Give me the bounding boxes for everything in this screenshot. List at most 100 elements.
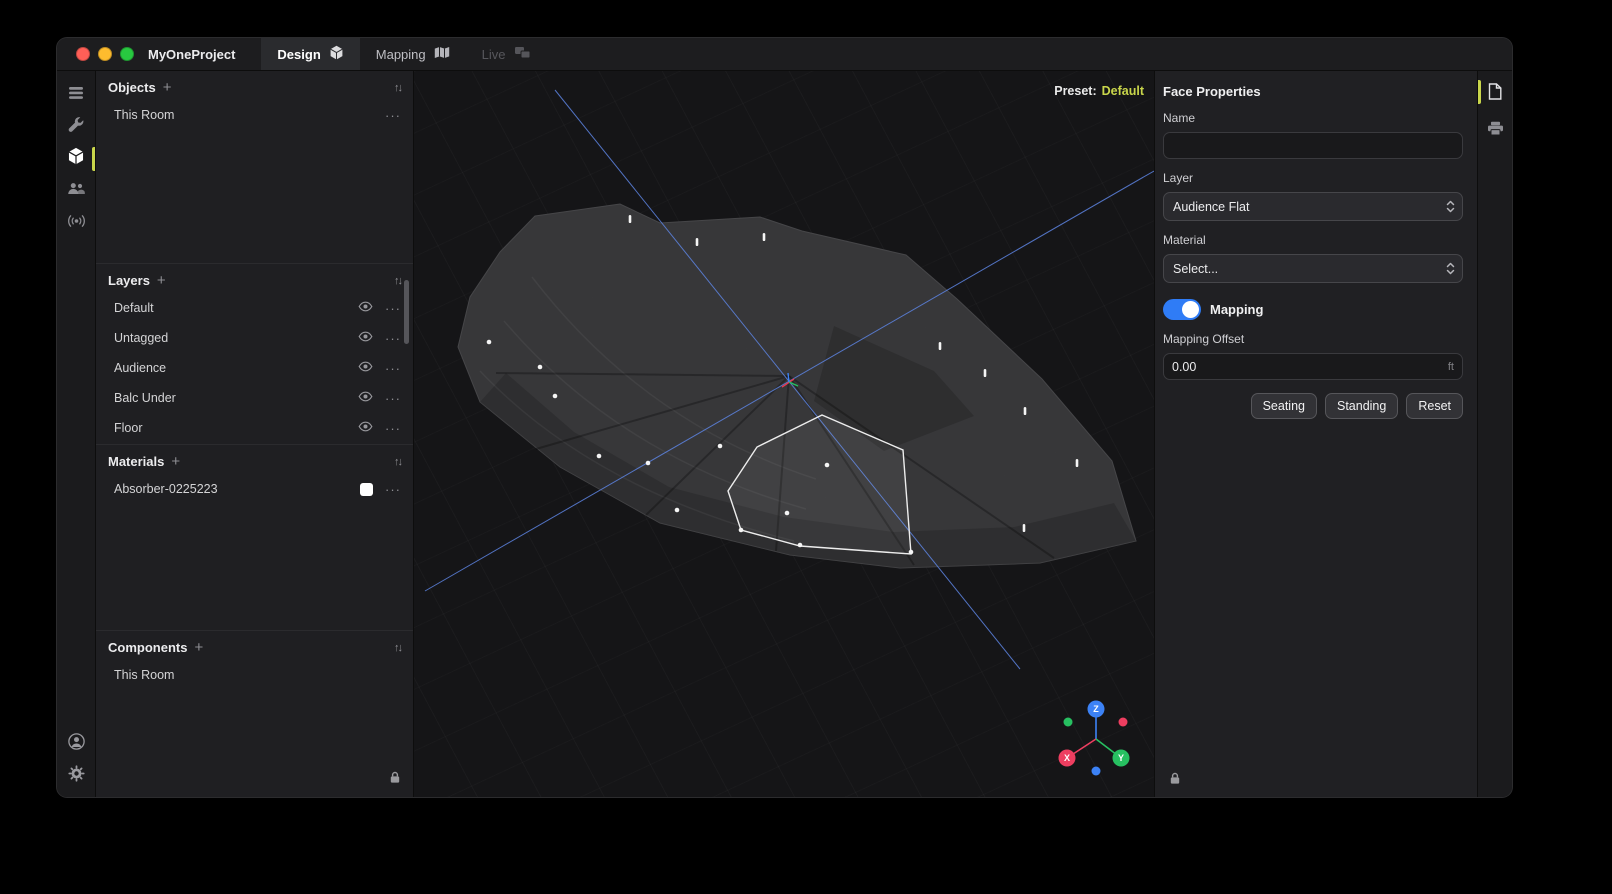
objects-title: Objects: [108, 80, 156, 95]
account-button[interactable]: [57, 728, 95, 760]
layer-label: Audience: [114, 361, 166, 375]
mapping-toggle[interactable]: [1163, 299, 1201, 320]
app-window: MyOneProject Design Mapping Live: [57, 38, 1512, 797]
name-label: Name: [1163, 111, 1463, 125]
active-panel-indicator: [1478, 80, 1481, 104]
layers-section: Layers + ↑↓ Default ··· Untagged: [96, 263, 413, 444]
objects-stack-button[interactable]: [57, 79, 95, 111]
layer-row-balc-under[interactable]: Balc Under ···: [96, 383, 413, 413]
settings-button[interactable]: [57, 760, 95, 792]
materials-title: Materials: [108, 454, 164, 469]
layer-row-audience[interactable]: Audience ···: [96, 353, 413, 383]
eye-icon[interactable]: [358, 331, 373, 345]
collaborators-button[interactable]: [57, 175, 95, 207]
more-button[interactable]: ···: [385, 422, 401, 435]
add-material-button[interactable]: +: [171, 454, 180, 469]
left-tool-rail: [57, 71, 96, 797]
orientation-gizmo[interactable]: Z X Y: [1041, 684, 1151, 794]
panel-lock-button[interactable]: [1169, 772, 1181, 790]
layer-label: Untagged: [114, 331, 168, 345]
broadcast-button[interactable]: [57, 207, 95, 239]
printer-icon: [1487, 123, 1504, 140]
add-layer-button[interactable]: +: [157, 273, 166, 288]
material-label: Material: [1163, 233, 1463, 247]
sort-components-button[interactable]: ↑↓: [394, 642, 401, 654]
material-swatch[interactable]: [360, 483, 373, 496]
viewport-canvas[interactable]: Preset: Default Z X Y: [414, 71, 1154, 797]
eye-icon[interactable]: [358, 361, 373, 375]
components-section: Components + ↑↓ This Room: [96, 630, 413, 797]
tab-design[interactable]: Design: [261, 38, 359, 70]
properties-panel-button[interactable]: [1488, 83, 1502, 105]
tab-live-label: Live: [482, 47, 506, 62]
component-row-this-room[interactable]: This Room: [96, 660, 413, 690]
account-icon: [68, 733, 85, 755]
object-label: This Room: [114, 108, 174, 122]
materials-section: Materials + ↑↓ Absorber-0225223 ···: [96, 444, 413, 630]
layer-row-untagged[interactable]: Untagged ···: [96, 323, 413, 353]
reset-button[interactable]: Reset: [1406, 393, 1463, 419]
more-button[interactable]: ···: [385, 332, 401, 345]
more-button[interactable]: ···: [385, 302, 401, 315]
add-object-button[interactable]: +: [163, 80, 172, 95]
more-button[interactable]: ···: [385, 483, 401, 496]
panel-title: Face Properties: [1163, 84, 1463, 99]
cube-icon: [67, 147, 85, 171]
layer-label: Default: [114, 301, 154, 315]
name-input[interactable]: [1163, 132, 1463, 159]
layer-select[interactable]: Audience Flat: [1163, 192, 1463, 221]
svg-text:X: X: [1064, 753, 1070, 763]
object-row-this-room[interactable]: This Room ···: [96, 100, 413, 130]
chevron-up-down-icon: [1445, 199, 1456, 214]
layers-scrollbar[interactable]: [404, 280, 409, 344]
sort-layers-button[interactable]: ↑↓: [394, 275, 401, 287]
eye-icon[interactable]: [358, 391, 373, 405]
output-panel-button[interactable]: [1487, 121, 1504, 141]
mapping-label: Mapping: [1210, 302, 1263, 317]
sort-objects-button[interactable]: ↑↓: [394, 82, 401, 94]
right-panel-rail: [1477, 71, 1512, 797]
tools-button[interactable]: [57, 111, 95, 143]
mapping-offset-input[interactable]: [1163, 353, 1463, 380]
unit-label: ft: [1448, 361, 1454, 373]
add-component-button[interactable]: +: [194, 640, 203, 655]
titlebar: MyOneProject Design Mapping Live: [57, 38, 1512, 71]
more-button[interactable]: ···: [385, 362, 401, 375]
layer-row-default[interactable]: Default ···: [96, 293, 413, 323]
material-row-absorber[interactable]: Absorber-0225223 ···: [96, 474, 413, 504]
layer-label: Balc Under: [114, 391, 176, 405]
screens-icon: [514, 46, 531, 62]
preset-label: Preset:: [1054, 84, 1096, 98]
layer-label: Layer: [1163, 171, 1463, 185]
tab-mapping-label: Mapping: [376, 47, 426, 62]
tab-mapping[interactable]: Mapping: [360, 38, 466, 70]
svg-text:Z: Z: [1093, 704, 1099, 714]
sidebar-lock-button[interactable]: [389, 771, 401, 789]
stack-icon: [68, 86, 84, 105]
document-icon: [1488, 87, 1502, 104]
map-icon: [434, 46, 450, 62]
more-button[interactable]: ···: [385, 109, 401, 122]
broadcast-icon: [67, 214, 86, 233]
layer-row-floor[interactable]: Floor ···: [96, 413, 413, 443]
sort-materials-button[interactable]: ↑↓: [394, 456, 401, 468]
standing-button[interactable]: Standing: [1325, 393, 1398, 419]
eye-icon[interactable]: [358, 301, 373, 315]
close-window-button[interactable]: [76, 47, 90, 61]
seating-button[interactable]: Seating: [1251, 393, 1317, 419]
tab-live[interactable]: Live: [466, 38, 547, 70]
svg-text:Y: Y: [1118, 753, 1124, 763]
face-properties-panel: Face Properties Name Layer Audience Flat…: [1154, 71, 1477, 797]
tab-bar: Design Mapping Live: [261, 38, 546, 70]
design-mode-button[interactable]: [57, 143, 95, 175]
eye-icon[interactable]: [358, 421, 373, 435]
preset-value[interactable]: Default: [1102, 84, 1144, 98]
zoom-window-button[interactable]: [120, 47, 134, 61]
minimize-window-button[interactable]: [98, 47, 112, 61]
more-button[interactable]: ···: [385, 392, 401, 405]
material-select[interactable]: Select...: [1163, 254, 1463, 283]
traffic-lights: [57, 47, 134, 61]
people-icon: [67, 182, 85, 200]
window-title: MyOneProject: [148, 47, 235, 62]
layer-label: Floor: [114, 421, 142, 435]
